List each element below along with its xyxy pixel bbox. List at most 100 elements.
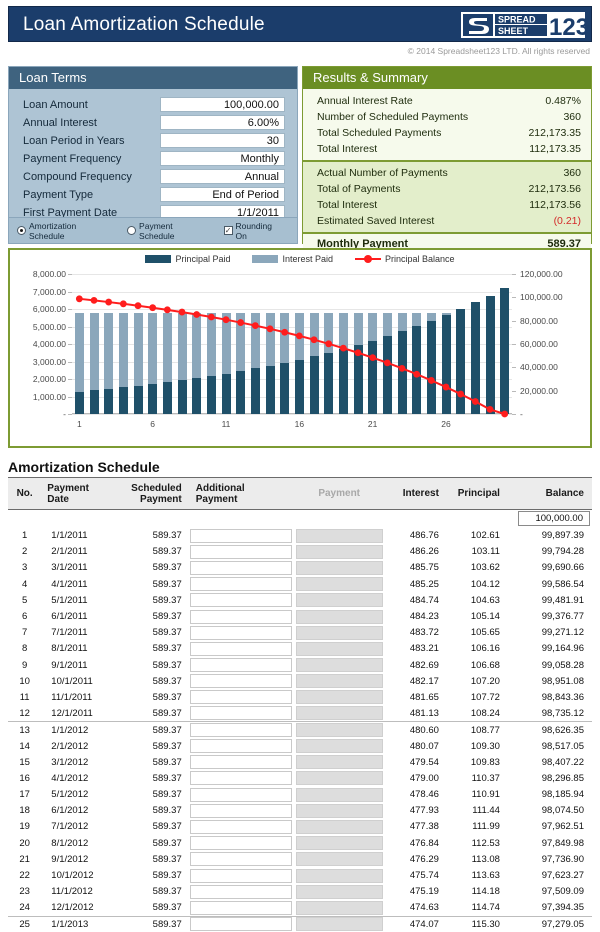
cell-balance: 98,843.36 (506, 689, 592, 705)
checkbox-rounding-on[interactable]: ✓ Rounding On (224, 221, 285, 241)
balance-data-point (91, 297, 98, 304)
payment-readonly-box (296, 836, 383, 850)
additional-payment-input[interactable] (190, 642, 292, 656)
additional-payment-input[interactable] (190, 545, 292, 559)
additional-payment-input[interactable] (190, 755, 292, 769)
table-row: 44/1/2011589.37485.25104.1299,586.54 (8, 576, 592, 592)
payment-readonly-box (296, 852, 383, 866)
table-row: 251/1/2013589.37474.07115.3097,279.05 (8, 916, 592, 932)
cell-additional-payment (188, 803, 294, 819)
radio-amortization-schedule[interactable]: Amortization Schedule (17, 221, 113, 241)
cell-principal: 108.24 (445, 706, 506, 722)
cell-scheduled-payment: 589.37 (112, 835, 188, 851)
total-scheduled-payments-label: Total Scheduled Payments (317, 127, 528, 139)
additional-payment-input[interactable] (190, 804, 292, 818)
y2-axis-tick-label: - (520, 409, 523, 419)
cell-scheduled-payment: 589.37 (112, 544, 188, 560)
cell-balance: 98,407.22 (506, 754, 592, 770)
loan-terms-body: Loan Amount 100,000.00 Annual Interest 6… (9, 89, 297, 221)
annual-interest-input[interactable]: 6.00% (160, 115, 285, 130)
opening-balance-value[interactable]: 100,000.00 (518, 511, 590, 526)
cell-payment (294, 657, 385, 673)
payment-readonly-box (296, 755, 383, 769)
y2-axis-tick-label: 100,000.00 (520, 292, 563, 302)
chart-legend: Principal PaidInterest PaidPrincipal Bal… (10, 254, 590, 264)
additional-payment-input[interactable] (190, 561, 292, 575)
radio-payment-label: Payment Schedule (139, 221, 210, 241)
additional-payment-input[interactable] (190, 820, 292, 834)
additional-payment-input[interactable] (190, 610, 292, 624)
additional-payment-input[interactable] (190, 869, 292, 883)
table-row: 186/1/2012589.37477.93111.4498,074.50 (8, 803, 592, 819)
x-axis-tick-label: 16 (295, 419, 304, 429)
x-axis-tick-label: 11 (222, 419, 231, 429)
additional-payment-input[interactable] (190, 706, 292, 720)
cell-scheduled-payment: 589.37 (112, 625, 188, 641)
cell-payment-date: 1/1/2012 (41, 722, 111, 738)
cell-interest: 477.93 (385, 803, 445, 819)
additional-payment-input[interactable] (190, 626, 292, 640)
y-axis-tick-label: 1,000.00 (33, 392, 66, 402)
payment-type-select[interactable]: End of Period (160, 187, 285, 202)
loan-amount-input[interactable]: 100,000.00 (160, 97, 285, 112)
cell-balance: 99,897.39 (506, 528, 592, 544)
results-actual-section: Actual Number of Payments 360 Total of P… (303, 162, 591, 234)
additional-payment-input[interactable] (190, 836, 292, 850)
cell-scheduled-payment: 589.37 (112, 722, 188, 738)
additional-payment-input[interactable] (190, 885, 292, 899)
rounding-label: Rounding On (236, 221, 285, 241)
additional-payment-input[interactable] (190, 852, 292, 866)
additional-payment-input[interactable] (190, 771, 292, 785)
chart-gridline (72, 414, 512, 415)
additional-payment-input[interactable] (190, 593, 292, 607)
radio-payment-schedule[interactable]: Payment Schedule (127, 221, 210, 241)
cell-payment-date: 12/1/2011 (41, 706, 111, 722)
cell-scheduled-payment: 589.37 (112, 738, 188, 754)
cell-principal: 110.91 (445, 787, 506, 803)
actual-number-payments-label: Actual Number of Payments (317, 167, 563, 179)
balance-data-point (193, 311, 200, 318)
cell-row-number: 24 (8, 900, 41, 916)
additional-payment-input[interactable] (190, 901, 292, 915)
additional-payment-input[interactable] (190, 917, 292, 931)
cell-principal: 113.08 (445, 851, 506, 867)
payment-readonly-box (296, 788, 383, 802)
cell-scheduled-payment: 589.37 (112, 819, 188, 835)
additional-payment-input[interactable] (190, 739, 292, 753)
additional-payment-input[interactable] (190, 529, 292, 543)
cell-additional-payment (188, 641, 294, 657)
cell-principal: 110.37 (445, 770, 506, 786)
payment-readonly-box (296, 771, 383, 785)
cell-principal: 105.65 (445, 625, 506, 641)
cell-interest: 485.75 (385, 560, 445, 576)
cell-balance: 99,376.77 (506, 608, 592, 624)
cell-balance: 97,623.27 (506, 867, 592, 883)
payment-readonly-box (296, 642, 383, 656)
table-row: 11/1/2011589.37486.76102.6199,897.39 (8, 528, 592, 544)
compound-frequency-select[interactable]: Annual (160, 169, 285, 184)
additional-payment-input[interactable] (190, 690, 292, 704)
y2-axis-tick (512, 344, 516, 345)
cell-interest: 479.54 (385, 754, 445, 770)
balance-data-point (281, 329, 288, 336)
loan-period-input[interactable]: 30 (160, 133, 285, 148)
cell-additional-payment (188, 851, 294, 867)
balance-data-point (223, 316, 230, 323)
additional-payment-input[interactable] (190, 788, 292, 802)
cell-row-number: 25 (8, 916, 41, 932)
balance-data-point (428, 377, 435, 384)
cell-payment (294, 900, 385, 916)
additional-payment-input[interactable] (190, 674, 292, 688)
cell-row-number: 7 (8, 625, 41, 641)
additional-payment-input[interactable] (190, 658, 292, 672)
cell-scheduled-payment: 589.37 (112, 803, 188, 819)
additional-payment-input[interactable] (190, 577, 292, 591)
x-axis-tick-label: 26 (441, 419, 450, 429)
cell-balance: 98,185.94 (506, 787, 592, 803)
balance-data-point (135, 302, 142, 309)
payment-frequency-select[interactable]: Monthly (160, 151, 285, 166)
balance-data-point (296, 332, 303, 339)
cell-row-number: 20 (8, 835, 41, 851)
additional-payment-input[interactable] (190, 723, 292, 737)
chart-plot-area: -1,000.002,000.003,000.004,000.005,000.0… (72, 274, 512, 414)
